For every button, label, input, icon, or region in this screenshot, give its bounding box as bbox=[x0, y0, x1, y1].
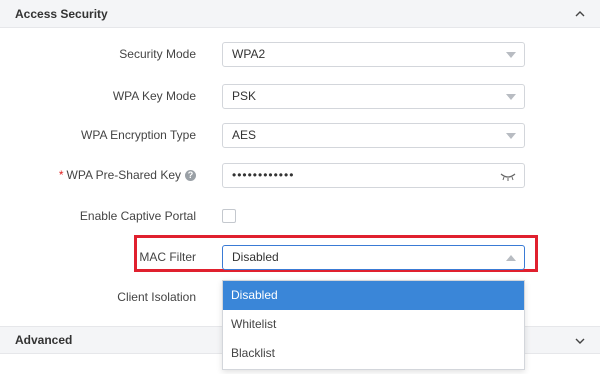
dropdown-option-blacklist[interactable]: Blacklist bbox=[223, 339, 524, 368]
wpa-key-mode-value: PSK bbox=[232, 89, 257, 103]
captive-portal-checkbox[interactable] bbox=[222, 209, 236, 223]
eye-closed-icon[interactable] bbox=[500, 171, 516, 181]
wpa-psk-label: WPA Pre-Shared Key bbox=[66, 168, 182, 182]
security-mode-value: WPA2 bbox=[232, 47, 266, 61]
security-mode-label: Security Mode bbox=[119, 47, 196, 61]
caret-down-icon bbox=[506, 52, 516, 58]
wpa-encryption-type-label: WPA Encryption Type bbox=[81, 128, 196, 142]
wpa-key-mode-select[interactable]: PSK bbox=[222, 84, 525, 109]
wpa-psk-value: •••••••••••• bbox=[232, 168, 295, 182]
section-header-access-security[interactable]: Access Security bbox=[0, 0, 600, 28]
caret-down-icon bbox=[506, 94, 516, 100]
dropdown-option-disabled[interactable]: Disabled bbox=[223, 281, 524, 310]
wpa-encryption-type-value: AES bbox=[232, 128, 257, 142]
required-marker: * bbox=[58, 168, 64, 182]
security-mode-select[interactable]: WPA2 bbox=[222, 42, 525, 67]
chevron-down-icon[interactable] bbox=[574, 335, 586, 347]
wpa-psk-input[interactable]: •••••••••••• bbox=[222, 163, 525, 188]
wpa-psk-label-row: * WPA Pre-Shared Key? bbox=[0, 163, 196, 187]
mac-filter-dropdown: Disabled Whitelist Blacklist bbox=[222, 280, 525, 370]
mac-filter-label: MAC Filter bbox=[139, 250, 196, 264]
mac-filter-value: Disabled bbox=[232, 250, 279, 264]
help-icon[interactable]: ? bbox=[185, 170, 196, 182]
client-isolation-label: Client Isolation bbox=[117, 290, 196, 304]
wpa-key-mode-label: WPA Key Mode bbox=[112, 89, 196, 103]
mac-filter-select[interactable]: Disabled bbox=[222, 245, 525, 270]
captive-portal-label: Enable Captive Portal bbox=[79, 209, 196, 223]
caret-up-icon bbox=[506, 255, 516, 261]
caret-down-icon bbox=[506, 133, 516, 139]
chevron-up-icon[interactable] bbox=[574, 8, 586, 20]
dropdown-option-whitelist[interactable]: Whitelist bbox=[223, 310, 524, 339]
section-title: Access Security bbox=[15, 6, 108, 21]
section-title: Advanced bbox=[15, 333, 73, 347]
wpa-encryption-type-select[interactable]: AES bbox=[222, 123, 525, 148]
